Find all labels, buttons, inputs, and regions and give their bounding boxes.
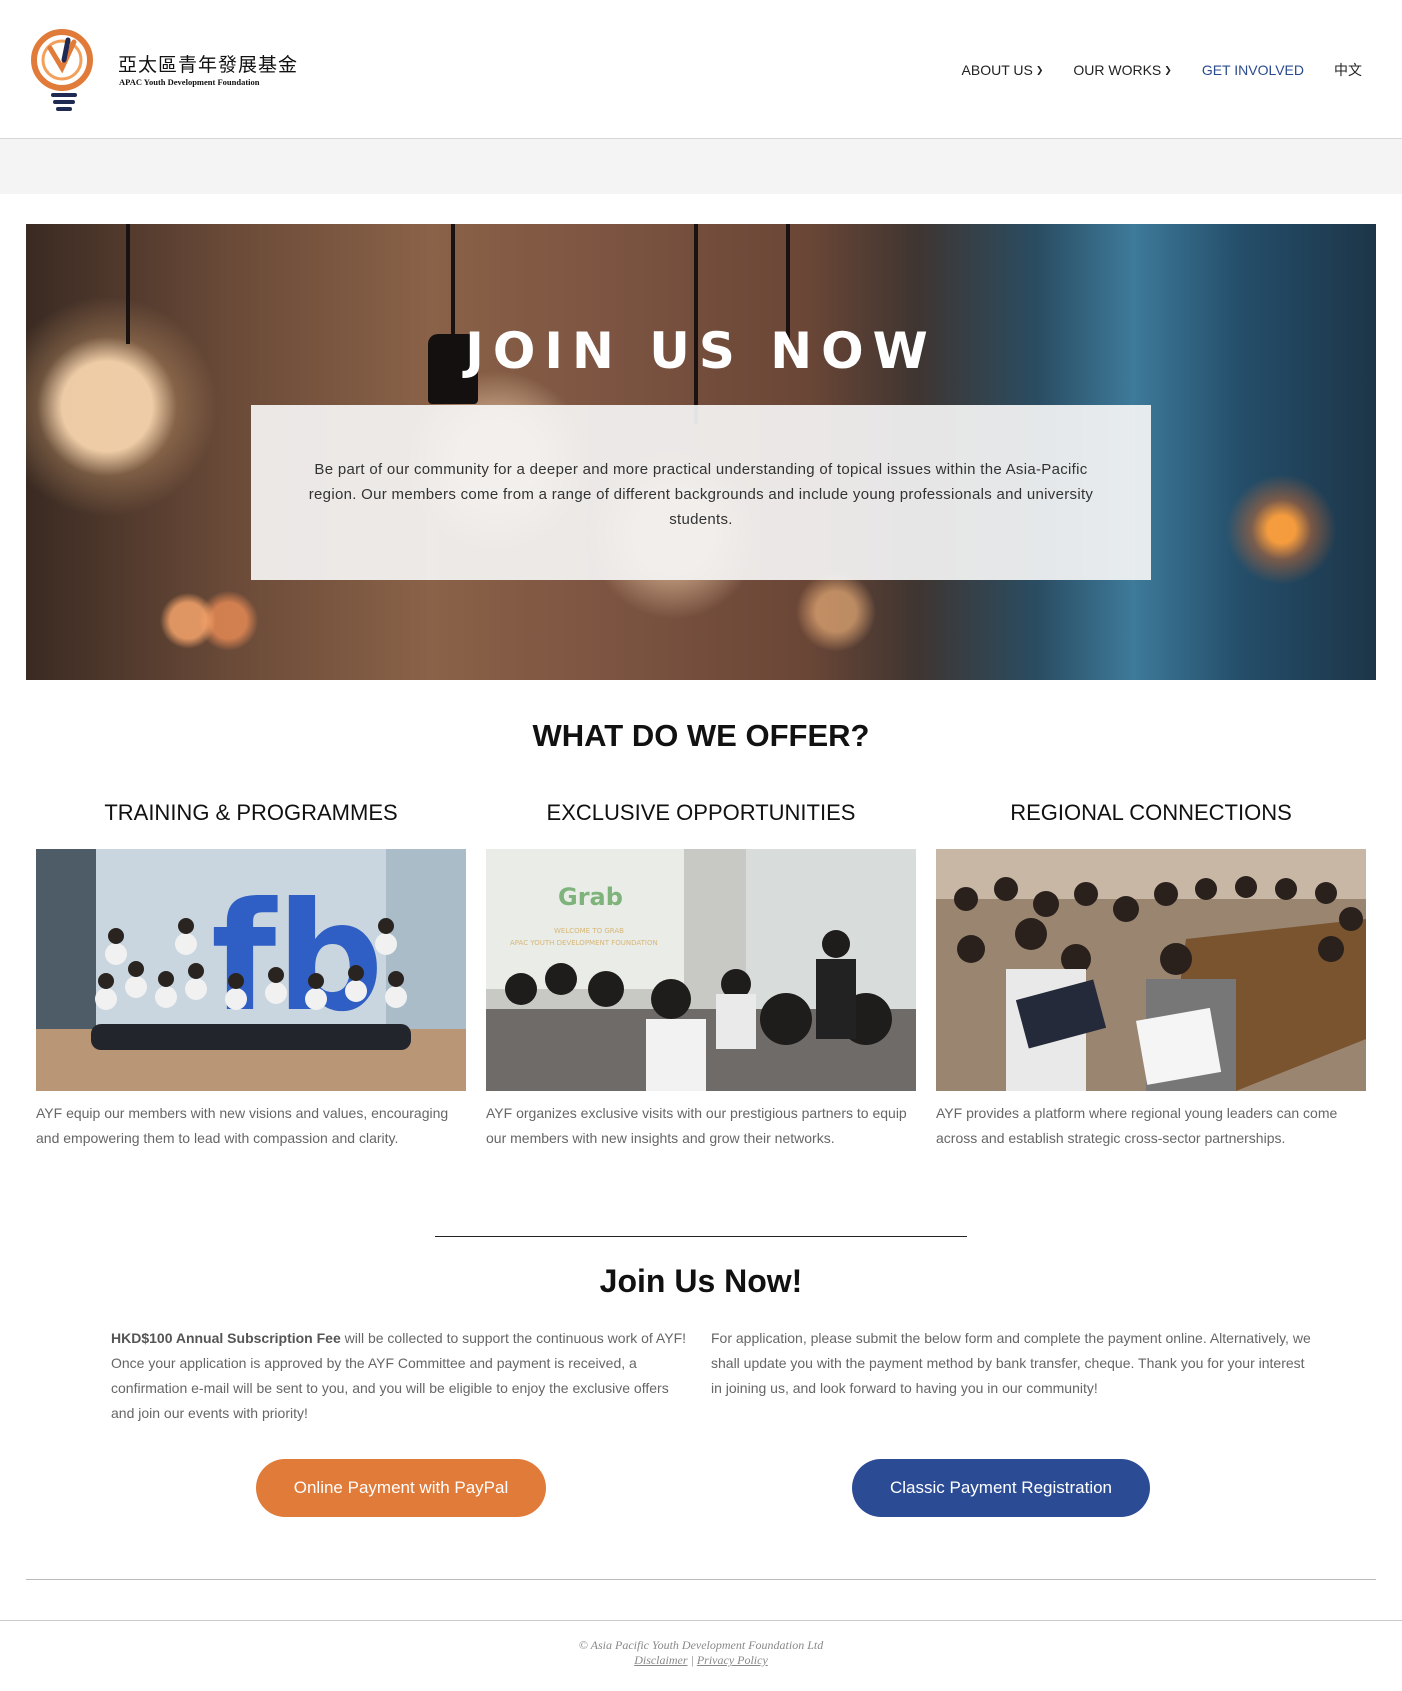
section-divider	[435, 1236, 967, 1237]
offer-column-title: REGIONAL CONNECTIONS	[1010, 800, 1292, 825]
offer-section-title: WHAT DO WE OFFER?	[532, 718, 870, 753]
hero-banner: JOIN US NOW Be part of our community for…	[26, 224, 1376, 680]
hero-text-box: Be part of our community for a deeper an…	[251, 405, 1151, 580]
nav-get-involved-label: GET INVOLVED	[1201, 62, 1304, 78]
breadcrumb-bar	[0, 139, 1402, 194]
logo-text-english: APAC Youth Development Foundation	[119, 77, 260, 87]
lightbulb-logo-icon[interactable]	[28, 26, 100, 112]
nav-language-chinese[interactable]: 中文	[1334, 60, 1362, 80]
footer-divider	[0, 1620, 1402, 1621]
join-title: Join Us Now!	[599, 1263, 803, 1299]
training-photo: fb	[36, 849, 466, 1091]
chevron-down-icon: ❯	[1035, 64, 1044, 75]
hero-title: JOIN US NOW	[465, 322, 937, 380]
copyright-text: © Asia Pacific Youth Development Foundat…	[578, 1638, 824, 1652]
hero-description: Be part of our community for a deeper an…	[308, 461, 1094, 528]
classic-payment-button[interactable]: Classic Payment Registration	[852, 1459, 1150, 1517]
grab-slide-line1: WELCOME TO GRAB	[554, 927, 624, 935]
offer-column-opportunities: EXCLUSIVE OPPORTUNITIES Grab WELCOME TO …	[486, 800, 916, 1146]
fee-highlight: HKD$100 Annual Subscription Fee	[111, 1330, 341, 1346]
opportunities-photo: Grab WELCOME TO GRAB APAC YOUTH DEVELOPM…	[486, 849, 916, 1091]
site-footer: © Asia Pacific Youth Development Foundat…	[0, 1638, 1402, 1668]
offer-column-title: TRAINING & PROGRAMMES	[104, 800, 398, 825]
fb-sign-text: fb	[211, 871, 384, 1045]
offer-column-text: AYF organizes exclusive visits with our …	[486, 1105, 907, 1146]
nav-about-us[interactable]: ABOUT US ❯	[962, 62, 1044, 78]
regional-photo	[936, 849, 1366, 1091]
offer-column-training: TRAINING & PROGRAMMES fb AYF equip our m…	[36, 800, 466, 1146]
nav-language-label: 中文	[1334, 62, 1362, 78]
main-nav: ABOUT US ❯ OUR WORKS ❯ GET INVOLVED 中文	[932, 60, 1362, 80]
chevron-down-icon: ❯	[1164, 64, 1172, 75]
privacy-policy-link[interactable]: Privacy Policy	[697, 1653, 768, 1667]
nav-about-us-label: ABOUT US	[961, 62, 1033, 78]
offer-column-regional: REGIONAL CONNECTIONS AYF provides a plat…	[936, 800, 1366, 1146]
site-header: 亞太區青年發展基金 APAC Youth Development Foundat…	[0, 0, 1402, 139]
grab-logo-text: Grab	[558, 883, 623, 911]
nav-our-works[interactable]: OUR WORKS ❯	[1073, 62, 1171, 78]
offer-column-text: AYF provides a platform where regional y…	[936, 1105, 1338, 1146]
logo-text-chinese: 亞太區青年發展基金	[118, 54, 299, 76]
footer-divider	[26, 1579, 1376, 1580]
join-fee-paragraph: HKD$100 Annual Subscription Fee will be …	[111, 1326, 691, 1426]
offer-column-title: EXCLUSIVE OPPORTUNITIES	[546, 800, 856, 825]
nav-our-works-label: OUR WORKS	[1073, 62, 1162, 78]
join-application-paragraph: For application, please submit the below…	[711, 1330, 1311, 1396]
nav-get-involved[interactable]: GET INVOLVED	[1202, 62, 1304, 78]
disclaimer-link[interactable]: Disclaimer	[634, 1653, 687, 1667]
offer-column-text: AYF equip our members with new visions a…	[36, 1105, 449, 1146]
paypal-payment-button[interactable]: Online Payment with PayPal	[256, 1459, 546, 1517]
footer-separator: |	[690, 1653, 694, 1667]
grab-slide-line2: APAC YOUTH DEVELOPMENT FOUNDATION	[510, 939, 658, 947]
